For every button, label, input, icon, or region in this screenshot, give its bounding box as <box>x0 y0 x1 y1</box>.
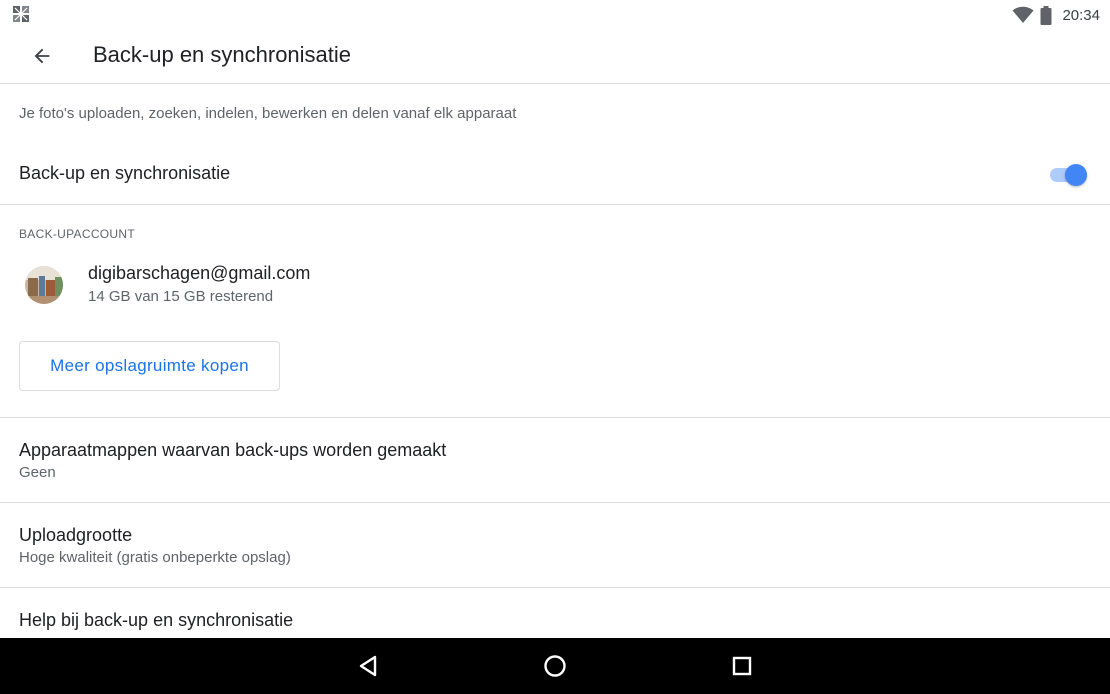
account-storage: 14 GB van 15 GB resterend <box>88 288 274 305</box>
backup-sync-row[interactable]: Back-up en synchronisatie <box>0 146 1110 205</box>
battery-icon <box>1040 5 1052 25</box>
account-email: digibarschagen@gmail.com <box>88 263 311 283</box>
nav-recent-button[interactable] <box>722 646 762 686</box>
navigation-bar <box>0 638 1110 694</box>
nav-recent-icon <box>732 656 752 676</box>
upload-size-row[interactable]: Uploadgrootte Hoge kwaliteit (gratis onb… <box>0 503 1110 588</box>
nav-home-button[interactable] <box>535 646 575 686</box>
arrow-back-icon <box>34 48 50 64</box>
backup-account-header: BACK-UPACCOUNT <box>19 227 135 241</box>
account-row[interactable]: digibarschagen@gmail.com 14 GB van 15 GB… <box>0 255 1110 317</box>
upload-size-title: Uploadgrootte <box>19 525 133 545</box>
nav-home-icon <box>544 655 566 677</box>
nav-back-button[interactable] <box>348 646 388 686</box>
upload-size-value: Hoge kwaliteit (gratis onbeperkte opslag… <box>19 549 291 566</box>
wifi-icon <box>1012 6 1034 23</box>
nav-back-icon <box>359 655 377 677</box>
device-folders-title: Apparaatmappen waarvan back-ups worden g… <box>19 440 447 460</box>
back-button[interactable] <box>22 36 62 76</box>
toggle-thumb <box>1065 164 1087 186</box>
backup-sync-toggle[interactable] <box>1050 164 1088 186</box>
status-icons: 20:34 <box>1012 4 1100 26</box>
description-text: Je foto's uploaden, zoeken, indelen, bew… <box>19 105 517 122</box>
app-bar: Back-up en synchronisatie <box>0 30 1110 84</box>
status-bar: 20:34 <box>0 0 1110 30</box>
screen: 20:34 Back-up en synchronisatie Je foto'… <box>0 0 1110 694</box>
buy-storage-button[interactable]: Meer opslagruimte kopen <box>19 341 280 391</box>
help-title: Help bij back-up en synchronisatie <box>19 610 294 630</box>
help-row[interactable]: Help bij back-up en synchronisatie <box>0 588 1110 638</box>
status-time: 20:34 <box>1062 6 1100 24</box>
device-folders-row[interactable]: Apparaatmappen waarvan back-ups worden g… <box>0 418 1110 503</box>
photos-notification-icon <box>13 6 29 22</box>
avatar <box>25 266 63 304</box>
device-folders-value: Geen <box>19 464 56 481</box>
page-title: Back-up en synchronisatie <box>93 42 352 67</box>
backup-sync-label: Back-up en synchronisatie <box>19 163 231 183</box>
